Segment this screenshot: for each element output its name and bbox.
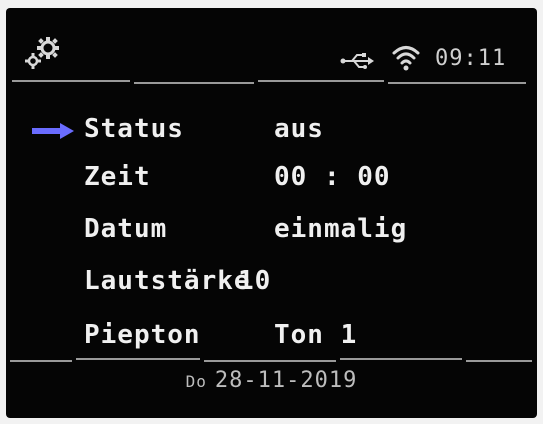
menu-value: einmalig <box>274 214 408 244</box>
date-value: 28-11-2019 <box>214 368 358 393</box>
divider-segment <box>340 358 462 360</box>
menu-label: Status <box>84 114 184 144</box>
wifi-icon <box>392 46 420 71</box>
divider-segment <box>204 360 336 362</box>
divider-segment <box>12 80 130 82</box>
menu-value: aus <box>274 114 324 144</box>
menu-value: Ton 1 <box>274 320 358 350</box>
menu-value: 10 <box>238 266 272 296</box>
display-screen: 09:11 Status aus Zeit 00 : 00 Datum einm… <box>6 8 537 418</box>
menu-item-piepton[interactable]: Piepton Ton 1 <box>6 312 537 364</box>
gear-icon[interactable] <box>24 36 64 72</box>
device-bezel: 09:11 Status aus Zeit 00 : 00 Datum einm… <box>0 0 543 424</box>
menu-label: Zeit <box>84 162 151 192</box>
menu-item-lautstaerke[interactable]: Lautstärke 10 <box>6 258 537 310</box>
divider-segment <box>76 358 200 360</box>
divider-segment <box>10 360 72 362</box>
footer-date: Do 28-11-2019 <box>6 368 537 393</box>
divider-segment <box>388 82 526 84</box>
menu-item-status[interactable]: Status aus <box>6 106 537 158</box>
usb-icon <box>340 53 374 69</box>
divider-segment <box>258 80 384 82</box>
clock-time: 09:11 <box>435 46 507 71</box>
menu-label: Piepton <box>84 320 201 350</box>
menu-item-zeit[interactable]: Zeit 00 : 00 <box>6 154 537 206</box>
weekday: Do <box>185 372 207 391</box>
divider-segment <box>134 82 254 84</box>
menu-item-datum[interactable]: Datum einmalig <box>6 206 537 258</box>
menu-label: Lautstärke <box>84 266 251 296</box>
selection-arrow-icon <box>32 123 74 139</box>
menu-value: 00 : 00 <box>274 162 391 192</box>
divider-segment <box>466 360 532 362</box>
status-bar: 09:11 <box>6 8 537 84</box>
menu-label: Datum <box>84 214 168 244</box>
